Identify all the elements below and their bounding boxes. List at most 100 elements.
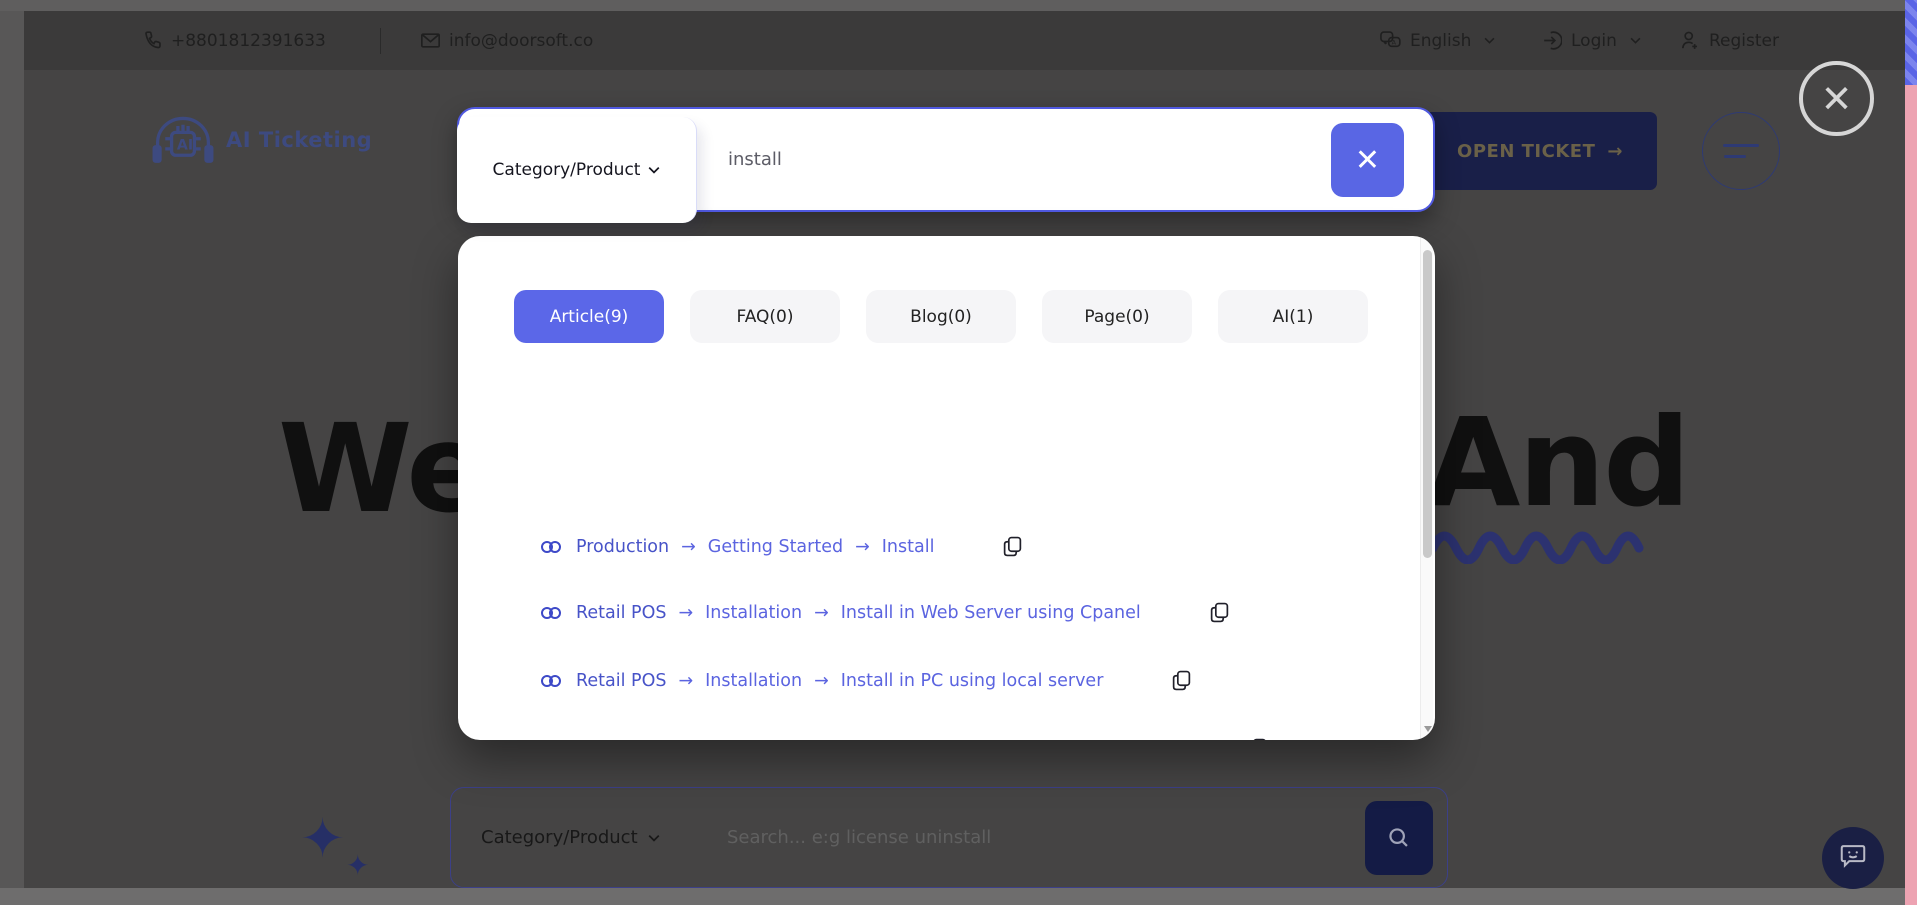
topbar-email-label: info@doorsoft.co xyxy=(449,31,593,51)
frame-left xyxy=(0,11,24,888)
close-icon: ✕ xyxy=(1355,143,1380,178)
arrow-right-icon: → xyxy=(676,603,695,623)
results-tabs: Article(9) FAQ(0) Blog(0) Page(0) AI(1) xyxy=(514,290,1368,343)
arrow-right-icon: → xyxy=(850,739,869,741)
hero-heading-right: And xyxy=(1426,392,1689,534)
breadcrumb-segment[interactable]: Production xyxy=(576,537,669,557)
menu-button[interactable] xyxy=(1702,112,1780,190)
arrow-right-icon: → xyxy=(812,671,831,691)
open-ticket-label: OPEN TICKET xyxy=(1457,141,1595,162)
results-tab-page[interactable]: Page(0) xyxy=(1042,290,1192,343)
open-ticket-button[interactable]: OPEN TICKET → xyxy=(1423,112,1657,190)
bottom-category-label: Category/Product xyxy=(481,827,638,848)
bottom-search-bar: Category/Product Search... e:g license u… xyxy=(450,787,1448,888)
arrow-right-icon: → xyxy=(679,537,698,557)
site-logo[interactable]: AI AI Ticketing xyxy=(150,112,372,168)
scroll-down-arrow-icon[interactable] xyxy=(1424,726,1432,732)
breadcrumb-segment[interactable]: Getting Started xyxy=(708,537,843,557)
close-icon: ✕ xyxy=(1821,77,1853,121)
breadcrumb-segment[interactable]: Install in Web Server using Cpanel xyxy=(879,739,1179,741)
result-row[interactable]: Production → Getting Started → Install xyxy=(540,536,1023,557)
email-icon xyxy=(421,33,440,48)
page-scrollbar-thumb[interactable] xyxy=(1905,0,1917,85)
chat-icon xyxy=(1838,844,1868,872)
modal-category-select[interactable]: Category/Product xyxy=(457,117,697,223)
topbar: +8801812391633 info@doorsoft.co A Englis… xyxy=(24,11,1917,70)
chevron-down-icon xyxy=(1630,37,1641,44)
clear-search-button[interactable]: ✕ xyxy=(1331,123,1404,197)
search-icon xyxy=(1388,827,1410,849)
panel-scrollbar-thumb[interactable] xyxy=(1423,250,1432,558)
frame-top xyxy=(0,0,1917,11)
copy-link-button[interactable] xyxy=(1247,738,1268,740)
bottom-category-select[interactable]: Category/Product xyxy=(481,788,660,887)
topbar-phone-label: +8801812391633 xyxy=(171,31,326,51)
chat-widget-button[interactable] xyxy=(1822,827,1884,889)
logo-text: AI Ticketing xyxy=(226,128,372,152)
copy-link-button[interactable] xyxy=(1171,670,1192,691)
modal-search-input[interactable]: install xyxy=(728,107,782,212)
frame-bottom xyxy=(0,888,1917,905)
svg-text:AI: AI xyxy=(177,138,193,154)
register-icon xyxy=(1681,31,1700,50)
bottom-search-placeholder: Search... e:g license uninstall xyxy=(727,827,991,848)
copy-icon xyxy=(1209,602,1230,623)
language-label: English xyxy=(1410,31,1471,51)
link-icon xyxy=(540,540,564,554)
breadcrumb-segment[interactable]: Installation xyxy=(705,671,802,691)
breadcrumb-segment[interactable]: Install in PC using local server xyxy=(841,671,1104,691)
copy-icon xyxy=(1171,670,1192,691)
wavy-underline-decoration xyxy=(1428,516,1644,564)
breadcrumb-segment[interactable]: Retail POS xyxy=(576,739,666,741)
result-row[interactable]: Retail POS→Installation→Install in Web S… xyxy=(540,602,1230,623)
result-row[interactable]: Retail POS → Installation → Install in PC us… xyxy=(540,670,1192,691)
arrow-right-icon: → xyxy=(676,671,695,691)
result-row[interactable]: Retail POS → Getting Started → Install in We… xyxy=(540,738,1268,740)
menu-icon xyxy=(1724,155,1746,158)
results-tab-blog[interactable]: Blog(0) xyxy=(866,290,1016,343)
breadcrumb-segment[interactable]: Getting Started xyxy=(705,739,840,741)
language-selector[interactable]: A English xyxy=(1380,11,1495,70)
chevron-down-icon xyxy=(648,834,660,842)
svg-text:A: A xyxy=(1392,39,1397,47)
arrow-right-icon: → xyxy=(853,537,872,557)
breadcrumb-segment[interactable]: Installation xyxy=(705,603,802,623)
arrow-right-icon: → xyxy=(676,739,695,741)
register-link[interactable]: Register xyxy=(1681,11,1779,70)
topbar-phone[interactable]: +8801812391633 xyxy=(143,11,326,70)
language-icon: A xyxy=(1380,31,1401,50)
sparkle-decoration: ✦ ✦ xyxy=(300,812,345,866)
results-tab-faq[interactable]: FAQ(0) xyxy=(690,290,840,343)
breadcrumb-segment[interactable]: Install in Web Server using Cpanel xyxy=(841,603,1141,623)
chevron-down-icon xyxy=(1484,37,1495,44)
chevron-down-icon xyxy=(648,166,660,174)
login-menu[interactable]: Login xyxy=(1543,11,1641,70)
topbar-email[interactable]: info@doorsoft.co xyxy=(421,11,593,70)
arrow-right-icon: → xyxy=(1607,141,1623,162)
page-scrollbar[interactable] xyxy=(1905,0,1917,905)
breadcrumb-segment[interactable]: Retail POS xyxy=(576,671,666,691)
panel-scrollbar[interactable] xyxy=(1420,238,1433,738)
sparkle-icon: ✦ xyxy=(300,812,345,866)
bottom-search-button[interactable] xyxy=(1365,801,1433,875)
copy-link-button[interactable] xyxy=(1209,602,1230,623)
phone-icon xyxy=(143,31,162,50)
sparkle-icon: ✦ xyxy=(346,852,369,880)
breadcrumb-segment[interactable]: Install xyxy=(882,537,935,557)
search-results-panel: Article(9) FAQ(0) Blog(0) Page(0) AI(1) Prod… xyxy=(458,236,1435,740)
ai-ticketing-logo-icon: AI xyxy=(150,112,216,168)
bottom-search-input[interactable]: Search... e:g license uninstall xyxy=(727,788,991,887)
copy-icon xyxy=(1002,536,1023,557)
copy-link-button[interactable] xyxy=(1002,536,1023,557)
results-tab-article[interactable]: Article(9) xyxy=(514,290,664,343)
modal-search-query: install xyxy=(728,149,782,170)
menu-icon xyxy=(1723,144,1759,147)
breadcrumb-segment[interactable]: Retail POS xyxy=(576,603,666,623)
login-label: Login xyxy=(1571,31,1617,51)
link-icon xyxy=(540,674,564,688)
results-tab-ai[interactable]: AI(1) xyxy=(1218,290,1368,343)
modal-category-label: Category/Product xyxy=(493,160,641,180)
hero-heading-left: We xyxy=(278,398,487,540)
modal-close-button[interactable]: ✕ xyxy=(1799,61,1874,136)
link-icon xyxy=(540,606,564,620)
